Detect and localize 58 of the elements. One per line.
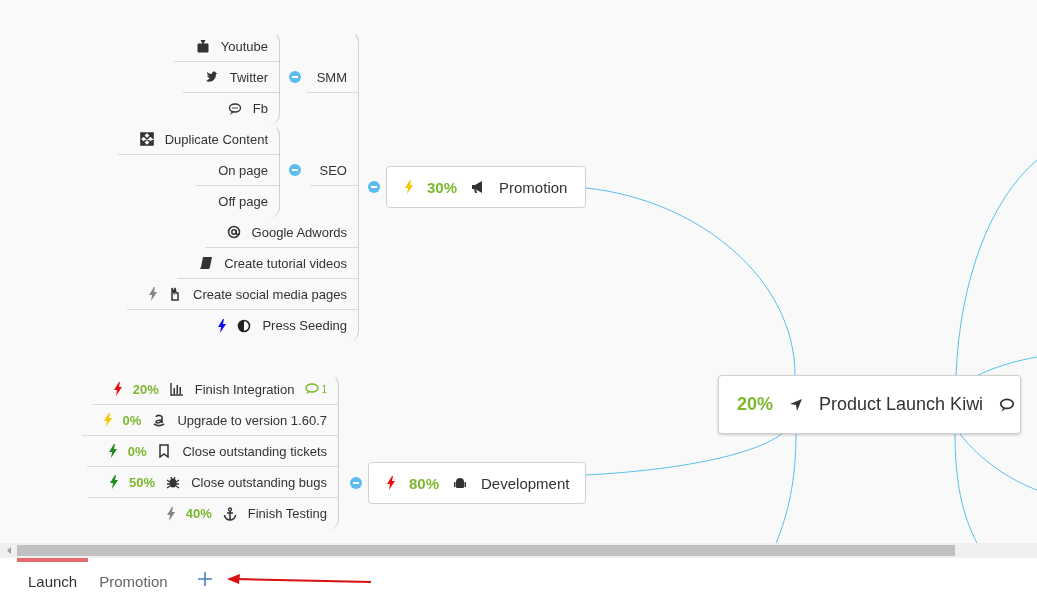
at-sign-icon bbox=[226, 225, 241, 239]
progress-percent: 20% bbox=[132, 381, 159, 397]
letter-a-icon bbox=[152, 413, 167, 427]
collapse-toggle[interactable] bbox=[289, 164, 301, 176]
scrollbar-thumb[interactable] bbox=[17, 545, 955, 556]
progress-percent: 80% bbox=[409, 474, 440, 492]
node-label[interactable]: Upgrade to version 1.60.7 bbox=[177, 412, 327, 428]
node-label[interactable]: Youtube bbox=[220, 38, 268, 54]
bird-icon bbox=[204, 70, 219, 84]
sheet-tab[interactable]: Launch bbox=[17, 558, 89, 600]
node-label[interactable]: SEO bbox=[319, 162, 347, 178]
node-label[interactable]: Press Seeding bbox=[262, 318, 347, 333]
node-label[interactable]: Fb bbox=[252, 101, 268, 116]
comment-icon[interactable] bbox=[999, 396, 1016, 413]
minus-icon bbox=[370, 183, 378, 191]
node-label[interactable]: Development bbox=[481, 474, 570, 492]
node-label[interactable]: Product Launch Kiwi bbox=[819, 394, 984, 415]
bar-chart-icon bbox=[169, 382, 184, 396]
progress-percent: 50% bbox=[129, 474, 156, 490]
node-label[interactable]: Create tutorial videos bbox=[224, 255, 347, 271]
progress-percent: 20% bbox=[737, 394, 774, 415]
sheet-tab[interactable]: Promotion bbox=[88, 558, 179, 600]
location-arrow-icon bbox=[789, 397, 804, 412]
branch-node[interactable]: 80% Development bbox=[368, 462, 586, 504]
collapse-toggle[interactable] bbox=[350, 477, 362, 489]
minus-icon bbox=[291, 166, 299, 174]
node-label[interactable]: Close outstanding bugs bbox=[191, 474, 327, 490]
node-label[interactable]: Duplicate Content bbox=[164, 131, 268, 147]
collapse-toggle[interactable] bbox=[368, 181, 380, 193]
node-label[interactable]: Finish Testing bbox=[247, 506, 327, 521]
speech-bubble-icon bbox=[227, 101, 242, 116]
horizontal-scrollbar[interactable] bbox=[0, 543, 1037, 558]
root-node[interactable]: 20% Product Launch Kiwi bbox=[718, 375, 1021, 434]
bug-icon bbox=[166, 475, 181, 489]
node-label[interactable]: Create social media pages bbox=[193, 286, 347, 302]
collapse-toggle[interactable] bbox=[289, 71, 301, 83]
minus-icon bbox=[291, 73, 299, 81]
minus-icon bbox=[352, 479, 360, 487]
node-label[interactable]: SMM bbox=[316, 69, 347, 85]
progress-percent: 40% bbox=[185, 506, 212, 521]
book-icon bbox=[199, 256, 214, 270]
node-label[interactable]: Google Adwords bbox=[251, 224, 347, 240]
scroll-left-icon[interactable] bbox=[6, 547, 11, 554]
node-label[interactable]: Twitter bbox=[229, 69, 268, 85]
node-label[interactable]: Promotion bbox=[499, 178, 568, 196]
anchor-icon bbox=[222, 506, 237, 521]
half-circle-icon bbox=[237, 318, 252, 333]
node-label[interactable]: Off page bbox=[218, 194, 268, 209]
add-tab-button[interactable] bbox=[196, 571, 213, 587]
android-icon bbox=[453, 476, 468, 490]
node-label[interactable]: Close outstanding tickets bbox=[182, 443, 327, 459]
node-label[interactable]: Finish Integration bbox=[194, 381, 295, 397]
progress-percent: 30% bbox=[427, 178, 458, 196]
progress-percent: 0% bbox=[122, 412, 142, 428]
branch-node[interactable]: 30% Promotion bbox=[386, 166, 586, 208]
node-label[interactable]: On page bbox=[218, 162, 268, 178]
progress-percent: 0% bbox=[127, 443, 147, 459]
bookmark-icon bbox=[157, 444, 172, 458]
